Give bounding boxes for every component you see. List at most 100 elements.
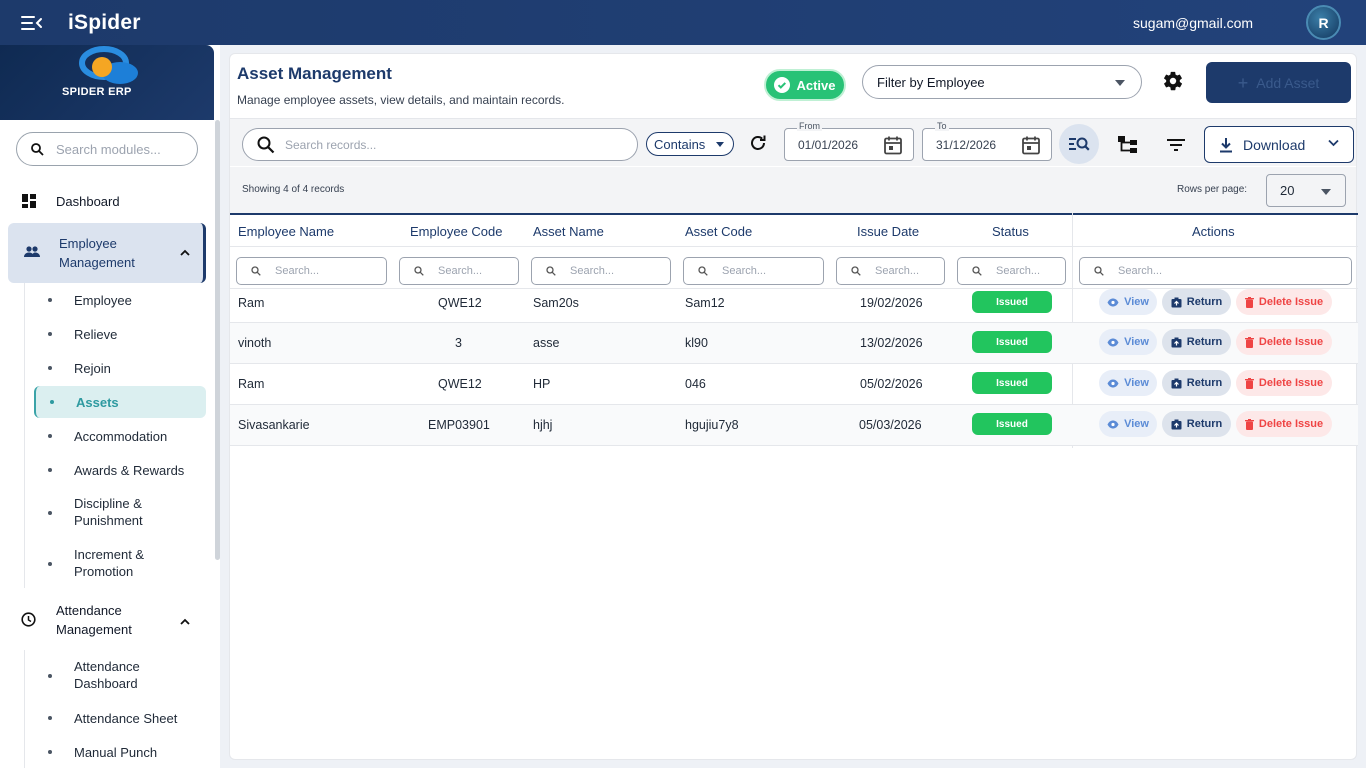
cell-employee-code: 3 xyxy=(455,336,462,350)
sidebar-item-label: Attendance Dashboard xyxy=(74,659,140,691)
view-label: View xyxy=(1124,336,1149,348)
column-header[interactable]: Issue Date xyxy=(857,224,919,239)
filter-placeholder: Search... xyxy=(875,265,920,277)
from-date-label: From xyxy=(797,121,822,131)
cell-employee-code: EMP03901 xyxy=(428,418,490,432)
tree-view-button[interactable] xyxy=(1112,129,1144,161)
avatar[interactable]: R xyxy=(1306,5,1341,40)
filter-placeholder: Search... xyxy=(1118,265,1163,277)
sidebar-item-increment-promotion[interactable]: Increment & Promotion xyxy=(34,545,206,581)
chevron-up-icon[interactable] xyxy=(180,249,190,256)
view-button[interactable]: View xyxy=(1099,289,1157,315)
settings-button[interactable] xyxy=(1162,70,1184,97)
search-icon xyxy=(1094,266,1104,276)
active-toggle-button[interactable]: Active xyxy=(764,69,846,101)
column-header[interactable]: Asset Name xyxy=(533,224,604,239)
sidebar-item-employee[interactable]: Employee xyxy=(34,288,206,312)
filter-by-employee-select[interactable]: Filter by Employee xyxy=(862,65,1142,99)
records-count: Showing 4 of 4 records xyxy=(242,184,345,195)
asset-name-filter-input[interactable]: Search... xyxy=(531,257,671,285)
sidebar-item-attendance-management[interactable]: Attendance Management xyxy=(8,598,206,640)
column-header[interactable]: Asset Code xyxy=(685,224,752,239)
to-date-value: 31/12/2026 xyxy=(936,138,997,152)
sidebar-item-dashboard[interactable]: Dashboard xyxy=(8,188,206,214)
sidebar-item-attendance-sheet[interactable]: Attendance Sheet xyxy=(34,706,206,730)
return-button[interactable]: Return xyxy=(1162,370,1231,396)
delete-issue-button[interactable]: Delete Issue xyxy=(1236,329,1332,355)
add-asset-button[interactable]: + Add Asset xyxy=(1206,62,1351,103)
issue-date-filter-input[interactable]: Search... xyxy=(836,257,945,285)
advanced-search-icon xyxy=(1069,137,1090,151)
table-row[interactable]: Sivasankarie EMP03901 hjhj hgujiu7y8 05/… xyxy=(230,405,1358,446)
calendar-icon[interactable] xyxy=(1021,135,1041,155)
delete-issue-button[interactable]: Delete Issue xyxy=(1236,289,1332,315)
trash-icon xyxy=(1244,377,1254,389)
sidebar-item-accommodation[interactable]: Accommodation xyxy=(34,424,206,448)
download-button[interactable]: Download xyxy=(1204,126,1354,163)
sidebar-item-attendance-dashboard[interactable]: Attendance Dashboard xyxy=(34,657,206,693)
sidebar-item-label: Rejoin xyxy=(74,361,111,376)
employee-name-filter-input[interactable]: Search... xyxy=(236,257,387,285)
download-icon xyxy=(1220,137,1232,152)
sidebar-item-manual-punch[interactable]: Manual Punch xyxy=(34,740,206,764)
return-icon xyxy=(1171,337,1182,347)
from-date-field[interactable]: From 01/01/2026 xyxy=(784,121,914,161)
status-filter-input[interactable]: Search... xyxy=(957,257,1066,285)
cell-asset-name: HP xyxy=(533,377,551,391)
records-search-placeholder: Search records... xyxy=(285,137,377,152)
return-button[interactable]: Return xyxy=(1162,411,1231,437)
delete-issue-button[interactable]: Delete Issue xyxy=(1236,370,1332,396)
filter-placeholder: Search... xyxy=(275,265,320,277)
column-header[interactable]: Employee Code xyxy=(410,224,503,239)
match-mode-label: Contains xyxy=(654,136,706,152)
match-mode-select[interactable]: Contains xyxy=(646,132,734,156)
sidebar-item-assets[interactable]: Assets xyxy=(34,386,206,418)
cell-employee-name: Ram xyxy=(238,296,265,310)
return-button[interactable]: Return xyxy=(1162,329,1231,355)
search-icon xyxy=(851,266,861,276)
employee-code-filter-input[interactable]: Search... xyxy=(399,257,519,285)
table-row[interactable]: Ram QWE12 HP 046 05/02/2026 Issued View … xyxy=(230,364,1358,405)
sidebar-item-awards-rewards[interactable]: Awards & Rewards xyxy=(34,458,206,482)
module-search-input[interactable]: Search modules... xyxy=(16,132,198,166)
delete-issue-button[interactable]: Delete Issue xyxy=(1236,411,1332,437)
column-header: Actions xyxy=(1192,224,1235,239)
return-button[interactable]: Return xyxy=(1162,289,1231,315)
table-row[interactable]: Ram QWE12 Sam20s Sam12 19/02/2026 Issued… xyxy=(230,289,1358,323)
asset-code-filter-input[interactable]: Search... xyxy=(683,257,824,285)
menu-collapse-icon[interactable] xyxy=(20,12,44,34)
sidebar-item-label: Manual Punch xyxy=(74,745,158,760)
sidebar-item-discipline-punishment[interactable]: Discipline & Punishment xyxy=(34,494,206,530)
advanced-search-button[interactable] xyxy=(1059,124,1099,164)
to-date-field[interactable]: To 31/12/2026 xyxy=(922,121,1052,161)
sidebar-item-employee-management[interactable]: Employee Management xyxy=(8,223,206,283)
column-header[interactable]: Employee Name xyxy=(238,224,334,239)
refresh-button[interactable] xyxy=(748,133,768,158)
calendar-icon[interactable] xyxy=(883,135,903,155)
cell-asset-name: asse xyxy=(533,336,560,350)
sidebar-item-rejoin[interactable]: Rejoin xyxy=(34,356,206,380)
search-icon xyxy=(698,266,708,276)
check-circle-icon xyxy=(774,77,791,93)
filter-button[interactable] xyxy=(1160,129,1192,161)
actions-filter-input[interactable]: Search... xyxy=(1079,257,1352,285)
filter-icon xyxy=(1167,139,1185,151)
rows-per-page-select[interactable]: 20 xyxy=(1266,174,1346,207)
caret-down-icon xyxy=(716,142,724,147)
delete-issue-label: Delete Issue xyxy=(1258,296,1324,308)
chevron-up-icon[interactable] xyxy=(180,618,190,625)
sidebar-scrollbar[interactable] xyxy=(215,120,220,560)
eye-icon xyxy=(1107,298,1119,306)
view-button[interactable]: View xyxy=(1099,370,1157,396)
search-icon xyxy=(257,136,275,153)
cell-employee-name: Sivasankarie xyxy=(238,418,310,432)
records-search-input[interactable]: Search records... xyxy=(242,128,638,161)
column-header[interactable]: Status xyxy=(992,224,1029,239)
filter-placeholder: Search... xyxy=(996,265,1041,277)
view-button[interactable]: View xyxy=(1099,329,1157,355)
table-row[interactable]: vinoth 3 asse kl90 13/02/2026 Issued Vie… xyxy=(230,323,1358,364)
cell-asset-code: hgujiu7y8 xyxy=(685,418,739,432)
cell-issue-date: 13/02/2026 xyxy=(860,336,923,350)
sidebar-item-relieve[interactable]: Relieve xyxy=(34,322,206,346)
view-button[interactable]: View xyxy=(1099,411,1157,437)
